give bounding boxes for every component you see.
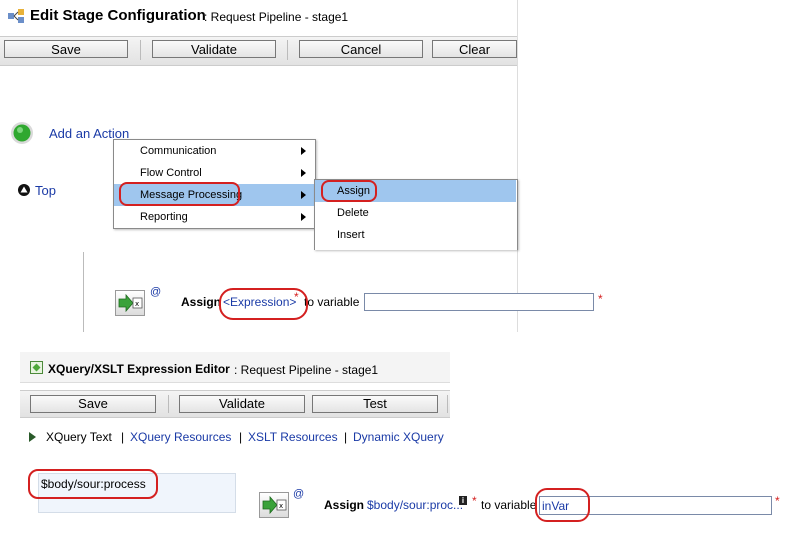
- assign-action-icon[interactable]: x: [115, 290, 145, 316]
- menu-item-label: Communication: [140, 145, 217, 157]
- assign-arrow-icon: x: [262, 495, 287, 515]
- tab-dynamic-xquery[interactable]: Dynamic XQuery: [353, 430, 444, 444]
- xquery-editor-icon: [30, 361, 43, 374]
- assign-options-marker[interactable]: @: [293, 488, 304, 500]
- menu-item-label: Delete: [337, 207, 369, 219]
- toolbar-divider: [168, 395, 169, 413]
- pipeline-stage-icon: [8, 9, 24, 23]
- tab-xquery-resources[interactable]: XQuery Resources: [130, 430, 231, 444]
- clear-button[interactable]: Clear: [432, 40, 517, 58]
- validate-button[interactable]: Validate: [152, 40, 276, 58]
- assign-label: Assign: [181, 295, 222, 309]
- expression-link[interactable]: $body/sour:proc...: [367, 498, 463, 512]
- menu-item-label: Insert: [337, 229, 365, 241]
- up-arrow-icon[interactable]: [18, 184, 30, 196]
- annotation-circle: [28, 469, 158, 499]
- annotation-circle: [535, 488, 590, 522]
- assign-action-icon[interactable]: x: [259, 492, 289, 518]
- stage-tree-line: [83, 252, 84, 332]
- toolbar-divider: [140, 40, 141, 60]
- required-marker: *: [472, 494, 477, 508]
- submenu-arrow-icon: [301, 213, 306, 221]
- assign-label: Assign: [324, 498, 365, 512]
- xquery-editor-panel: XQuery/XSLT Expression Editor : Request …: [20, 352, 450, 548]
- add-action-status-icon[interactable]: [10, 121, 34, 145]
- save-button[interactable]: Save: [4, 40, 128, 58]
- annotation-circle: [321, 180, 377, 202]
- toolbar-divider: [447, 395, 448, 413]
- required-marker: *: [598, 292, 603, 306]
- page-subtitle: : Request Pipeline - stage1: [204, 10, 349, 24]
- tab-separator: |: [239, 430, 243, 444]
- svg-text:x: x: [135, 300, 139, 308]
- menu-item-reporting[interactable]: Reporting: [114, 206, 314, 228]
- menu-item-communication[interactable]: Communication: [114, 140, 314, 162]
- tab-xslt-resources[interactable]: XSLT Resources: [248, 430, 338, 444]
- submenu-item-delete[interactable]: Delete: [315, 202, 516, 224]
- page-title: Edit Stage Configuration: [30, 7, 206, 24]
- submenu-item-insert[interactable]: Insert: [315, 224, 516, 246]
- xquery-test-button[interactable]: Test: [312, 395, 438, 413]
- stage-title-bar: Edit Stage Configuration : Request Pipel…: [0, 0, 517, 32]
- xquery-title: XQuery/XSLT Expression Editor: [48, 362, 230, 376]
- to-variable-label: to variable: [304, 295, 360, 309]
- edit-stage-panel: Edit Stage Configuration : Request Pipel…: [0, 0, 603, 332]
- menu-item-label: Reporting: [140, 211, 188, 223]
- xquery-subtitle: : Request Pipeline - stage1: [234, 363, 379, 377]
- assign-arrow-icon: x: [118, 293, 143, 313]
- menu-item-label: Flow Control: [140, 167, 202, 179]
- xquery-validate-button[interactable]: Validate: [179, 395, 305, 413]
- cancel-button[interactable]: Cancel: [299, 40, 423, 58]
- to-variable-label: to variable: [481, 498, 537, 512]
- toolbar-divider: [287, 40, 288, 60]
- submenu-arrow-icon: [301, 169, 306, 177]
- tab-separator: |: [344, 430, 348, 444]
- variable-input[interactable]: [364, 293, 594, 311]
- tab-xquery-text[interactable]: XQuery Text: [46, 430, 112, 444]
- assign-options-marker[interactable]: @: [150, 286, 161, 298]
- tab-separator: |: [121, 430, 125, 444]
- annotation-circle: [219, 288, 308, 320]
- svg-text:x: x: [279, 502, 283, 510]
- info-icon[interactable]: i: [459, 496, 467, 505]
- submenu-arrow-icon: [301, 191, 306, 199]
- annotation-circle: [119, 182, 240, 206]
- xquery-save-button[interactable]: Save: [30, 395, 156, 413]
- expand-triangle-icon[interactable]: [29, 432, 36, 442]
- required-marker: *: [775, 494, 780, 508]
- menu-item-flow-control[interactable]: Flow Control: [114, 162, 314, 184]
- top-link[interactable]: Top: [35, 183, 56, 198]
- submenu-arrow-icon: [301, 147, 306, 155]
